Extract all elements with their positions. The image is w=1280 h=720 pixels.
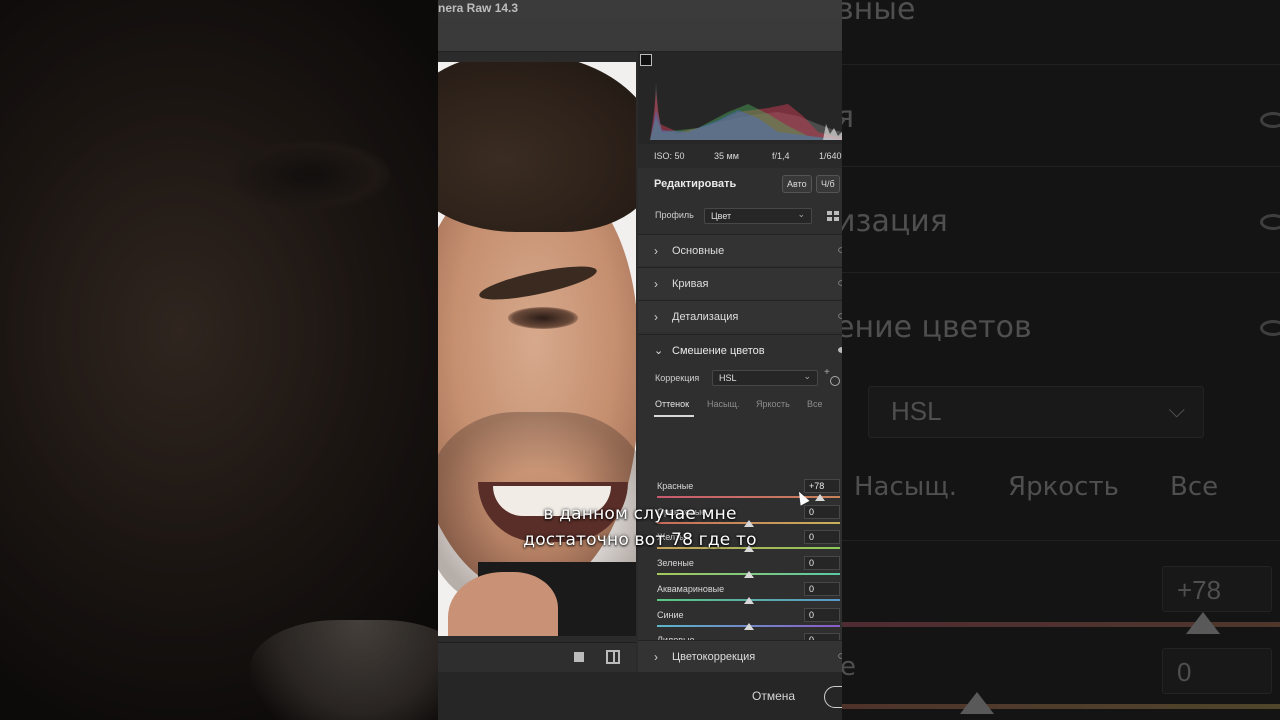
chevron-right-icon: › (654, 244, 658, 258)
chevron-right-icon: › (654, 310, 658, 324)
slider-label: Синие (657, 610, 684, 620)
slider-thumb[interactable] (743, 597, 754, 604)
window-title: nera Raw 14.3 (438, 1, 519, 15)
edit-panel: ISO: 50 35 мм f/1,4 1/640 Редактировать … (638, 52, 842, 681)
background-photo-blur (0, 0, 438, 720)
profile-select[interactable]: Цвет ⌄ (704, 208, 812, 224)
slider-value-field[interactable]: 0 (804, 556, 840, 570)
auto-button[interactable]: Авто (782, 175, 812, 193)
color-mixer-title[interactable]: Смешение цветов (672, 345, 765, 357)
slider-value-field[interactable]: 0 (804, 582, 840, 596)
chevron-right-icon: › (654, 650, 658, 664)
window-title-bar: nera Raw 14.3 (438, 0, 842, 18)
active-tab-indicator (654, 415, 694, 417)
chevron-right-icon: › (654, 277, 658, 291)
bw-button[interactable]: Ч/б (816, 175, 840, 193)
eye-icon[interactable] (838, 347, 842, 353)
subtitle-line-1: в данном случае мне (543, 504, 737, 524)
slider-thumb[interactable] (743, 623, 754, 630)
bg-eye-icon (1260, 214, 1280, 230)
chevron-down-icon: ⌄ (797, 209, 805, 219)
tab-saturation[interactable]: Насыщ. (707, 399, 739, 409)
ok-button[interactable] (824, 686, 842, 708)
bg-eye-icon (1260, 320, 1280, 336)
section-curve[interactable]: › Кривая (638, 267, 842, 299)
chevron-down-icon[interactable]: ⌄ (654, 344, 663, 357)
eye-icon[interactable] (838, 653, 842, 659)
histogram (638, 52, 842, 144)
exif-iso: ISO: 50 (654, 151, 685, 161)
slider-value-field[interactable]: 0 (804, 608, 840, 622)
bg-label: изация (842, 204, 948, 239)
slider-thumb[interactable] (743, 571, 754, 578)
section-color-grading[interactable]: › Цветокоррекция (638, 640, 842, 672)
correction-label: Коррекция (655, 373, 700, 383)
slider-label: Красные (657, 481, 694, 491)
correction-select[interactable]: HSL ⌄ (712, 370, 818, 386)
slider-thumb[interactable] (814, 494, 825, 501)
exif-shutter: 1/640 (819, 151, 842, 161)
slider-label: Зеленые (657, 558, 694, 568)
bg-label: я (842, 100, 855, 135)
tab-all[interactable]: Все (807, 399, 823, 409)
bg-hsl-select: HSL ⌵ (868, 386, 1204, 438)
exif-focal: 35 мм (714, 151, 739, 161)
targeted-adjustment-icon[interactable] (824, 367, 842, 389)
dialog-footer: Отмена (438, 672, 842, 720)
histogram-graph (650, 82, 842, 140)
bg-chevron-down-icon: ⌵ (1168, 397, 1185, 422)
subtitle-line-2: достаточно вот 78 где то (523, 530, 757, 550)
profile-browser-icon[interactable] (827, 211, 839, 221)
bg-label: вные (842, 0, 916, 27)
profile-label: Профиль (655, 210, 694, 220)
exif-aperture: f/1,4 (772, 151, 790, 161)
edit-title: Редактировать (654, 178, 737, 190)
tab-luminance[interactable]: Яркость (756, 399, 790, 409)
hue-slider-row: Зеленые 0 (638, 556, 842, 584)
view-mode-icon[interactable] (574, 652, 584, 662)
eye-icon[interactable] (838, 280, 842, 286)
slider-label: Аквамариновые (657, 584, 725, 594)
mixer-tabs: Оттенок Насыщ. Яркость Все (638, 395, 842, 417)
tab-hue[interactable]: Оттенок (655, 399, 689, 409)
exif-info: ISO: 50 35 мм f/1,4 1/640 (638, 144, 842, 168)
section-color-mixer: ⌄ Смешение цветов Коррекция HSL ⌄ Оттено… (638, 334, 842, 681)
slider-value-field[interactable]: +78 (804, 479, 840, 493)
eye-icon[interactable] (838, 313, 842, 319)
camera-raw-window: nera Raw 14.3 ISO: 50 35 мм f/1,4 1/640 … (438, 0, 842, 720)
chevron-down-icon: ⌄ (803, 371, 811, 381)
edit-header: Редактировать Авто Ч/б (638, 172, 842, 198)
before-after-icon[interactable] (606, 650, 620, 664)
section-basic[interactable]: › Основные (638, 234, 842, 266)
cancel-button[interactable]: Отмена (752, 689, 795, 703)
screen: вные я изация ение цветов HSL ⌵ Насыщ. Я… (0, 0, 1280, 720)
top-toolbar (438, 18, 842, 52)
profile-row: Профиль Цвет ⌄ (638, 206, 842, 226)
bg-label: ение цветов (842, 310, 1032, 345)
hue-slider-row: Аквамариновые 0 (638, 582, 842, 610)
slider-track[interactable] (657, 496, 840, 498)
bg-eye-icon (1260, 112, 1280, 128)
section-detail[interactable]: › Детализация (638, 300, 842, 332)
background-panel-zoom: вные я изация ение цветов HSL ⌵ Насыщ. Я… (842, 0, 1280, 720)
preview-status-bar (438, 642, 636, 672)
eye-icon[interactable] (838, 247, 842, 253)
